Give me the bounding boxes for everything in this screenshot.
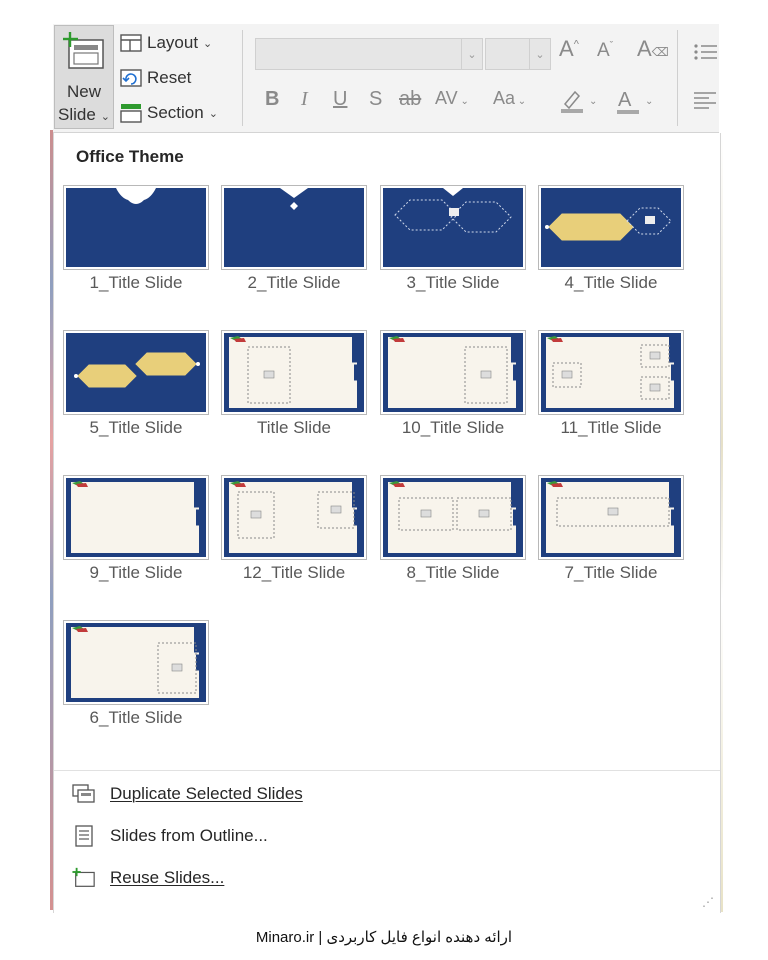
reset-icon xyxy=(119,67,143,89)
layout-button[interactable]: Layout ⌄ xyxy=(119,30,212,56)
reset-button[interactable]: Reset xyxy=(119,65,191,91)
layout-preview xyxy=(383,333,523,412)
layout-thumbnail[interactable] xyxy=(538,475,684,560)
layout-preview xyxy=(224,478,364,557)
layout-preview xyxy=(66,478,206,557)
section-button[interactable]: Section ⌄ xyxy=(119,100,218,126)
layout-label: Layout xyxy=(147,33,199,52)
layout-preview xyxy=(541,333,681,412)
slides-from-outline-item[interactable]: Slides from Outline... xyxy=(72,821,268,851)
layout-thumbnail[interactable] xyxy=(538,185,684,270)
chevron-down-icon[interactable]: ⌄ xyxy=(461,39,482,69)
strikethrough-icon[interactable]: ab xyxy=(399,88,421,111)
outline-document-icon xyxy=(72,824,96,848)
ribbon-home-tab: New Slide ⌄ Layout ⌄ Reset Section ⌄ ⌄ ⌄ A^… xyxy=(53,24,719,133)
layout-label: 5_Title Slide xyxy=(89,418,183,437)
layout-label: 1_Title Slide xyxy=(89,273,183,292)
section-icon xyxy=(119,102,143,124)
reuse-slides-icon xyxy=(72,866,96,890)
layout-preview xyxy=(66,188,206,267)
layout-label: 8_Title Slide xyxy=(406,563,500,582)
section-label: Section xyxy=(147,103,204,122)
layout-label: 3_Title Slide xyxy=(406,273,500,292)
layout-icon xyxy=(119,32,143,54)
font-color-icon[interactable]: A ⌄ xyxy=(615,88,655,122)
layout-preview xyxy=(224,188,364,267)
layout-preview xyxy=(541,478,681,557)
ribbon-divider xyxy=(242,30,243,126)
highlight-icon[interactable]: ⌄ xyxy=(559,88,599,120)
duplicate-label: Duplicate Selected Slides xyxy=(110,784,303,803)
change-case-icon[interactable]: Aa ⌄ xyxy=(493,88,526,109)
layout-label: 4_Title Slide xyxy=(564,273,658,292)
font-name-box[interactable]: ⌄ xyxy=(255,38,483,70)
duplicate-icon xyxy=(72,782,96,806)
chevron-down-icon[interactable]: ⌄ xyxy=(529,39,550,69)
clear-formatting-icon[interactable]: A⌫ xyxy=(637,36,669,62)
new-slide-button[interactable]: New Slide ⌄ xyxy=(54,25,114,129)
italic-icon[interactable]: I xyxy=(301,88,308,111)
layout-label: 9_Title Slide xyxy=(89,563,183,582)
layout-preview xyxy=(383,478,523,557)
watermark-footer: Minaro.ir | ارائه دهنده انواع فایل کاربر… xyxy=(255,929,513,946)
layout-label: 7_Title Slide xyxy=(564,563,658,582)
gallery-section-title: Office Theme xyxy=(76,147,184,166)
layout-thumbnail[interactable] xyxy=(538,330,684,415)
layout-label: Title Slide xyxy=(256,418,331,437)
duplicate-slides-item[interactable]: Duplicate Selected Slides xyxy=(72,779,303,809)
layout-thumbnail[interactable] xyxy=(380,330,526,415)
outline-label: Slides from Outline... xyxy=(110,826,268,845)
reuse-slides-item[interactable]: Reuse Slides... xyxy=(72,863,224,893)
layout-thumbnail[interactable] xyxy=(221,330,367,415)
layout-thumbnail[interactable] xyxy=(63,620,209,705)
svg-text:⌄: ⌄ xyxy=(589,96,597,107)
ribbon-divider xyxy=(677,30,678,126)
reuse-label: Reuse Slides... xyxy=(110,868,225,887)
chevron-down-icon: ⌄ xyxy=(203,37,213,50)
align-left-icon[interactable] xyxy=(693,90,717,115)
increase-font-icon[interactable]: A^ xyxy=(559,36,579,62)
layout-thumbnail[interactable] xyxy=(221,475,367,560)
layout-label: 12_Title Slide xyxy=(242,563,346,582)
resize-grip-icon[interactable]: ⋰ xyxy=(702,895,714,909)
layout-thumbnail[interactable] xyxy=(63,185,209,270)
reset-label: Reset xyxy=(147,68,192,87)
bold-icon[interactable]: B xyxy=(265,88,279,111)
menu-separator xyxy=(54,770,720,771)
layout-thumbnail[interactable] xyxy=(63,330,209,415)
layout-preview xyxy=(224,333,364,412)
layout-label: 10_Title Slide xyxy=(401,418,505,437)
layout-preview xyxy=(66,333,206,412)
svg-text:A: A xyxy=(618,89,632,111)
new-slide-label-line2: Slide ⌄ xyxy=(57,105,111,124)
new-slide-label-line1: New xyxy=(66,82,101,101)
layout-thumbnail[interactable] xyxy=(63,475,209,560)
new-slide-icon xyxy=(63,32,107,77)
font-size-box[interactable]: ⌄ xyxy=(485,38,551,70)
layout-thumbnail[interactable] xyxy=(380,475,526,560)
layout-thumbnail[interactable] xyxy=(221,185,367,270)
svg-text:⌄: ⌄ xyxy=(645,96,653,107)
chevron-down-icon: ⌄ xyxy=(208,107,218,120)
layout-label: 11_Title Slide xyxy=(560,418,662,437)
chevron-down-icon: ⌄ xyxy=(100,111,111,123)
new-slide-dropdown: Office Theme 1_Title Slide 2_Title Slide 3… xyxy=(53,133,721,913)
layout-preview xyxy=(66,623,206,702)
character-spacing-icon[interactable]: AV ⌄ xyxy=(435,88,469,109)
layout-thumbnail[interactable] xyxy=(380,185,526,270)
decrease-font-icon[interactable]: Aˇ xyxy=(597,40,613,62)
layout-preview xyxy=(383,188,523,267)
shadow-icon[interactable]: S xyxy=(369,88,382,111)
layout-label: 6_Title Slide xyxy=(89,708,183,727)
underline-icon[interactable]: U xyxy=(333,88,347,111)
layout-label: 2_Title Slide xyxy=(247,273,341,292)
layout-preview xyxy=(541,188,681,267)
bullets-icon[interactable] xyxy=(693,42,717,67)
